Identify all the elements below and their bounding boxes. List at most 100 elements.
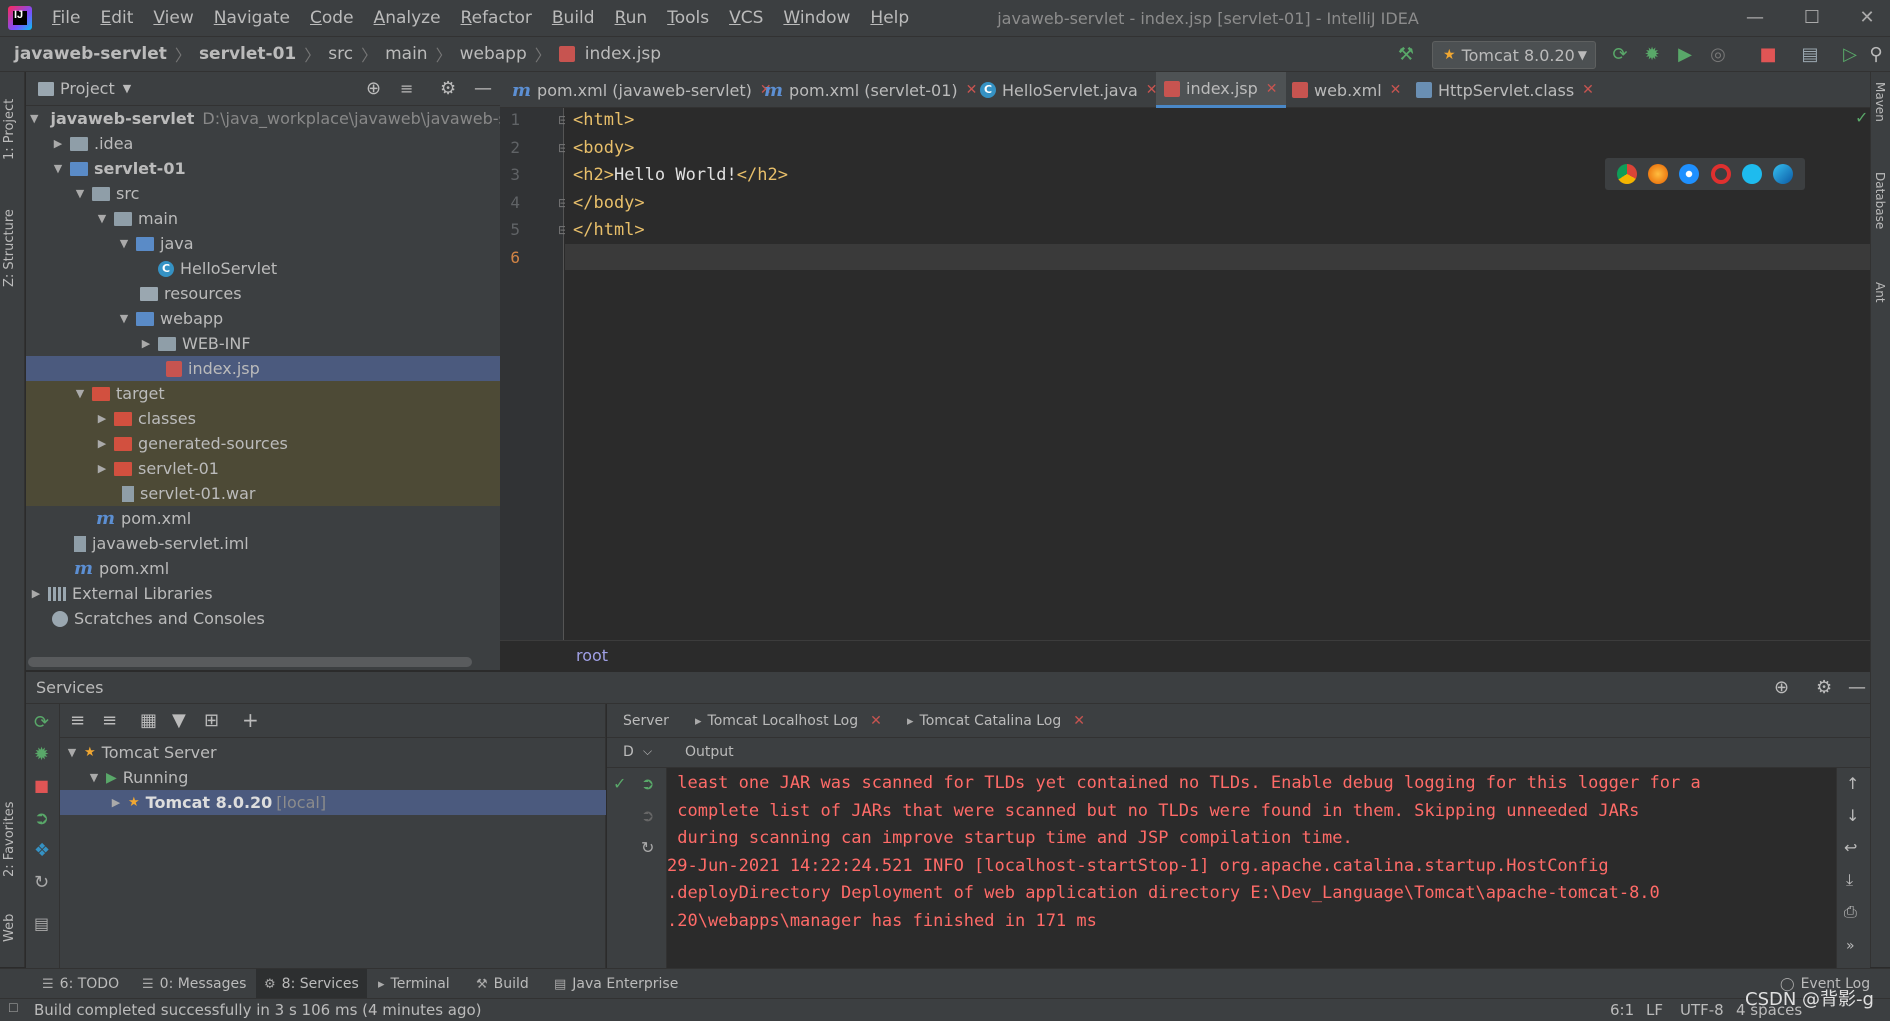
chevron-down-icon[interactable]: ▼ [123, 82, 131, 95]
status-toggle-icon[interactable]: ☐ [8, 1001, 19, 1015]
inspection-ok-icon[interactable]: ✓ [1855, 108, 1868, 127]
menu-navigate[interactable]: Navigate [204, 8, 300, 28]
more-icon[interactable]: » [1846, 938, 1855, 954]
rerun-icon[interactable]: ⟳ [34, 712, 49, 733]
breadcrumb-root[interactable]: root [576, 646, 608, 665]
deployment-label[interactable]: D [623, 744, 634, 760]
tree-item-java[interactable]: ▼ java [26, 231, 500, 256]
debug-icon[interactable]: ✹ [1642, 45, 1662, 65]
tab-favorites[interactable]: 2: Favorites [2, 787, 17, 877]
add-service-icon[interactable]: + [242, 708, 259, 732]
crumb-main[interactable]: main [381, 44, 431, 64]
tree-item-webapp[interactable]: ▼ webapp [26, 306, 500, 331]
arrow-down-icon[interactable]: ↓ [1846, 806, 1859, 825]
crumb-file[interactable]: index.jsp [581, 44, 665, 64]
tab-server[interactable]: Server [623, 704, 669, 738]
tree-item-classes[interactable]: ▶ classes [26, 406, 500, 431]
build-hammer-icon[interactable]: ⚒ [1396, 45, 1416, 65]
run-coverage-icon[interactable]: ▶ [1675, 45, 1695, 65]
tab-catalina-log[interactable]: ▸ Tomcat Catalina Log ✕ [907, 704, 1085, 738]
locate-icon[interactable]: ⊕ [366, 78, 381, 99]
menu-tools[interactable]: Tools [657, 8, 719, 28]
project-structure-icon[interactable]: ▤ [1800, 45, 1820, 65]
locate-icon[interactable]: ⊕ [1774, 677, 1789, 698]
menu-analyze[interactable]: Analyze [364, 8, 451, 28]
tab-web[interactable]: Web [2, 902, 17, 942]
file-encoding[interactable]: UTF-8 [1680, 1001, 1724, 1019]
opera-icon[interactable] [1710, 164, 1731, 184]
tree-item-src[interactable]: ▼ src [26, 181, 500, 206]
service-tomcat-instance[interactable]: ▶ ★ Tomcat 8.0.20 [local] [60, 790, 606, 815]
run-configuration-select[interactable]: ★ Tomcat 8.0.20 ▼ [1432, 41, 1596, 69]
menu-build[interactable]: Build [542, 8, 605, 28]
menu-edit[interactable]: Edit [90, 8, 143, 28]
tree-item-main[interactable]: ▼ main [26, 206, 500, 231]
collapse-all-icon[interactable]: ≡ [400, 79, 413, 98]
search-icon[interactable]: ⚲ [1866, 45, 1886, 65]
internet-explorer-icon[interactable] [1741, 164, 1762, 184]
tree-item-index-jsp[interactable]: index.jsp [26, 356, 500, 381]
chevron-down-icon[interactable]: ⌵ [643, 744, 652, 759]
tree-item-external-libraries[interactable]: ▶ External Libraries [26, 581, 500, 606]
soft-wrap-icon[interactable]: ↩ [1844, 838, 1857, 857]
tab-httpservlet[interactable]: HttpServlet.class ✕ [1408, 72, 1602, 108]
tab-structure[interactable]: Z: Structure [2, 187, 17, 287]
tree-item-servlet-01-target[interactable]: ▶ servlet-01 [26, 456, 500, 481]
tree-item-project-root[interactable]: ▼ javaweb-servlet D:\java_workplace\java… [26, 106, 533, 131]
crumb-module[interactable]: servlet-01 [195, 44, 300, 64]
arrow-up-icon[interactable]: ↑ [1846, 774, 1859, 793]
close-window-icon[interactable]: ✕ [1852, 6, 1882, 30]
tab-ant[interactable]: Ant [1873, 282, 1887, 322]
print-icon[interactable]: ⎙ [1844, 902, 1857, 922]
group-by-icon[interactable]: ▦ [140, 710, 157, 731]
status-message[interactable]: Build completed successfully in 3 s 106 … [34, 1001, 482, 1019]
menu-code[interactable]: Code [300, 8, 364, 28]
horizontal-scrollbar[interactable] [28, 657, 472, 667]
gear-icon[interactable]: ⚙ [1816, 677, 1832, 698]
tree-item-pom-root[interactable]: m pom.xml [26, 556, 500, 581]
deploy-icon[interactable]: ➲ [641, 774, 654, 793]
tab-maven[interactable]: Maven [1873, 82, 1887, 142]
tree-item-scratches[interactable]: Scratches and Consoles [26, 606, 500, 631]
caret-position[interactable]: 6:1 [1610, 1001, 1634, 1019]
collapse-all-icon[interactable]: ≡ [102, 710, 117, 731]
tree-item-iml[interactable]: javaweb-servlet.iml [26, 531, 500, 556]
code-editor[interactable]: <html> <body> <h2>Hello World!</h2> </bo… [565, 108, 1870, 640]
tab-build[interactable]: ⚒ Build [468, 969, 537, 999]
menu-window[interactable]: Window [773, 8, 860, 28]
tab-pom-root[interactable]: m pom.xml (javaweb-servlet) ✕ [504, 72, 780, 108]
close-tab-icon[interactable]: ✕ [1266, 81, 1278, 97]
service-running[interactable]: ▼ ▶ Running [88, 765, 189, 790]
stop-icon[interactable]: ■ [34, 776, 49, 795]
tab-helloservlet[interactable]: C HelloServlet.java ✕ [972, 72, 1166, 108]
gear-icon[interactable]: ⚙ [440, 78, 456, 99]
deploy-icon[interactable]: ➲ [34, 808, 49, 829]
rerun-icon[interactable]: ⟳ [1610, 45, 1630, 65]
debug-icon[interactable]: ✹ [34, 744, 49, 765]
artifact-icon[interactable]: ❖ [34, 840, 50, 861]
crumb-src[interactable]: src [324, 44, 357, 64]
tree-item-generated-sources[interactable]: ▶ generated-sources [26, 431, 500, 456]
hide-panel-icon[interactable]: — [1848, 677, 1866, 698]
menu-run[interactable]: Run [605, 8, 658, 28]
service-tomcat-server[interactable]: ▼ ★ Tomcat Server [66, 740, 217, 765]
close-tab-icon[interactable]: ✕ [870, 713, 882, 729]
log-output[interactable]: least one JAR was scanned for TLDs yet c… [667, 770, 1837, 935]
tree-item-idea[interactable]: ▶ .idea [26, 131, 500, 156]
new-service-group-icon[interactable]: ⊞ [204, 710, 219, 731]
maximize-icon[interactable]: ☐ [1797, 6, 1827, 30]
project-view-label[interactable]: Project [60, 79, 115, 98]
tab-index-jsp[interactable]: index.jsp ✕ [1156, 72, 1286, 108]
undeploy-icon[interactable]: ➲ [641, 806, 654, 825]
chrome-icon[interactable] [1616, 164, 1637, 184]
tab-localhost-log[interactable]: ▸ Tomcat Localhost Log ✕ [695, 704, 882, 738]
tab-pom-module[interactable]: m pom.xml (servlet-01) ✕ [756, 72, 985, 108]
filter-icon[interactable]: ▼ [172, 710, 186, 731]
tree-item-servlet-01[interactable]: ▼ servlet-01 [26, 156, 500, 181]
tree-item-war[interactable]: servlet-01.war [26, 481, 500, 506]
terminal-run-icon[interactable]: ▷ [1840, 45, 1860, 65]
tree-item-web-inf[interactable]: ▶ WEB-INF [26, 331, 500, 356]
close-tab-icon[interactable]: ✕ [1073, 713, 1085, 729]
tab-services[interactable]: ⚙ 8: Services [256, 969, 367, 999]
refresh-icon[interactable]: ↻ [34, 872, 49, 893]
